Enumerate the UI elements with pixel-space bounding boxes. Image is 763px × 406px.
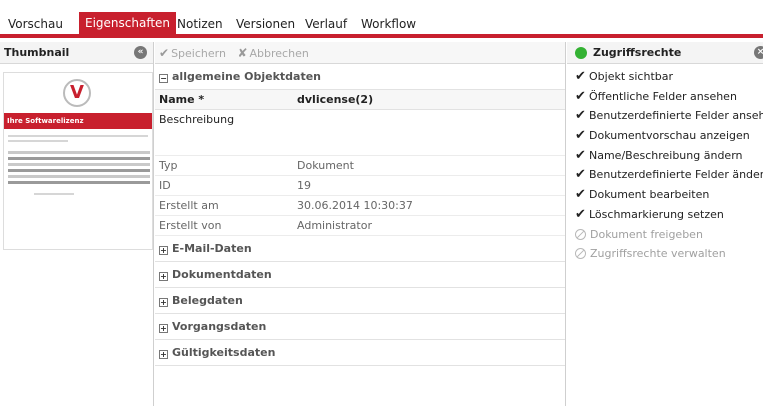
- name-label: Name *: [159, 93, 205, 106]
- checkmark-icon: ✔: [575, 88, 586, 104]
- section-general[interactable]: − allgemeine Objektdaten: [155, 64, 565, 90]
- section-email-data[interactable]: + E-Mail-Daten: [155, 236, 565, 262]
- properties-toolbar: ✔ Speichern ✘ Abbrechen: [155, 42, 565, 64]
- section-process-data[interactable]: + Vorgangsdaten: [155, 314, 565, 340]
- thumbnail-preview[interactable]: V Ihre Softwarelizenz: [3, 72, 153, 250]
- preview-table-row: [8, 169, 150, 172]
- preview-table-row: [8, 157, 150, 160]
- permissions-header: Zugriffsrechte ×: [567, 42, 763, 64]
- close-icon[interactable]: ×: [754, 46, 763, 59]
- permission-item: ✔ Benutzerdefinierte Felder ansehen: [567, 106, 763, 126]
- tab-workflow[interactable]: Workflow: [355, 14, 422, 34]
- preview-heading: Ihre Softwarelizenz: [4, 113, 152, 129]
- permission-item: ✔ Name/Beschreibung ändern: [567, 146, 763, 166]
- section-receipt-data[interactable]: + Belegdaten: [155, 288, 565, 314]
- cancel-button[interactable]: ✘ Abbrechen: [237, 42, 308, 65]
- properties-panel: ✔ Speichern ✘ Abbrechen − allgemeine Objekt…: [155, 42, 566, 406]
- permission-item: ✔ Löschmarkierung setzen: [567, 205, 763, 225]
- cross-icon: ✘: [237, 46, 248, 60]
- preview-text-line: [8, 135, 148, 137]
- tab-versionen[interactable]: Versionen: [230, 14, 301, 34]
- permission-item: ✔ Dokument bearbeiten: [567, 185, 763, 205]
- name-row: Name * dvlicense(2): [155, 90, 565, 110]
- tab-bar: Vorschau Eigenschaften Notizen Versionen…: [0, 0, 763, 38]
- permissions-panel: Zugriffsrechte × ✔ Objekt sichtbar ✔ Öffen…: [567, 42, 763, 406]
- checkmark-icon: ✔: [575, 187, 586, 203]
- row-label: Erstellt von: [159, 219, 222, 232]
- permissions-list: ✔ Objekt sichtbar ✔ Öffentliche Felder ans…: [567, 64, 763, 264]
- table-row: Typ Dokument: [155, 156, 565, 176]
- expand-icon: +: [159, 298, 168, 307]
- permissions-title: Zugriffsrechte: [593, 46, 682, 59]
- checkmark-icon: ✔: [575, 147, 586, 163]
- permission-item: ✔ Benutzerdefinierte Felder ändern: [567, 165, 763, 185]
- description-field[interactable]: [293, 110, 565, 155]
- status-dot-icon: [575, 47, 587, 59]
- row-value: Administrator: [297, 219, 372, 232]
- preview-table-row: [8, 175, 150, 178]
- denied-icon: [575, 248, 586, 260]
- description-label: Beschreibung: [159, 113, 235, 126]
- section-document-data[interactable]: + Dokumentdaten: [155, 262, 565, 288]
- tab-notizen[interactable]: Notizen: [171, 14, 229, 34]
- preview-table-row: [8, 163, 150, 166]
- checkmark-icon: ✔: [575, 206, 586, 222]
- thumbnail-title: Thumbnail: [4, 46, 70, 59]
- table-row: ID 19: [155, 176, 565, 196]
- row-label: ID: [159, 179, 171, 192]
- denied-icon: [575, 228, 586, 240]
- permission-item: ✔ Dokumentvorschau anzeigen: [567, 126, 763, 146]
- double-chevron-left-icon[interactable]: «: [134, 46, 147, 59]
- expand-icon: +: [159, 324, 168, 333]
- tab-eigenschaften[interactable]: Eigenschaften: [79, 12, 177, 34]
- row-label: Erstellt am: [159, 199, 219, 212]
- permission-item: Zugriffsrechte verwalten: [567, 244, 763, 264]
- row-label: Typ: [159, 159, 178, 172]
- checkmark-icon: ✔: [575, 167, 586, 183]
- checkmark-icon: ✔: [159, 46, 170, 60]
- checkmark-icon: ✔: [575, 69, 586, 84]
- description-row[interactable]: Beschreibung: [155, 110, 565, 156]
- preview-text-line: [34, 193, 74, 195]
- expand-icon: +: [159, 246, 168, 255]
- permission-item: Dokument freigeben: [567, 225, 763, 245]
- thumbnail-panel: Thumbnail « V Ihre Softwarelizenz: [0, 42, 154, 406]
- table-row: Erstellt am 30.06.2014 10:30:37: [155, 196, 565, 216]
- collapse-icon: −: [159, 74, 168, 83]
- expand-icon: +: [159, 350, 168, 359]
- table-row: Erstellt von Administrator: [155, 216, 565, 236]
- name-field[interactable]: dvlicense(2): [293, 90, 565, 109]
- preview-table-row: [8, 151, 150, 154]
- preview-text-line: [8, 140, 68, 142]
- row-value: Dokument: [297, 159, 354, 172]
- permission-item: ✔ Objekt sichtbar: [567, 67, 763, 87]
- tab-verlauf[interactable]: Verlauf: [299, 14, 353, 34]
- logo-icon: V: [63, 79, 91, 107]
- preview-table-row: [8, 181, 150, 184]
- expand-icon: +: [159, 272, 168, 281]
- permission-item: ✔ Öffentliche Felder ansehen: [567, 87, 763, 107]
- section-validity-data[interactable]: + Gültigkeitsdaten: [155, 340, 565, 366]
- checkmark-icon: ✔: [575, 128, 586, 144]
- save-button[interactable]: ✔ Speichern: [159, 42, 226, 65]
- row-value: 30.06.2014 10:30:37: [297, 199, 413, 212]
- tab-vorschau[interactable]: Vorschau: [2, 14, 69, 34]
- row-value: 19: [297, 179, 311, 192]
- thumbnail-header: Thumbnail «: [0, 42, 153, 64]
- checkmark-icon: ✔: [575, 108, 586, 124]
